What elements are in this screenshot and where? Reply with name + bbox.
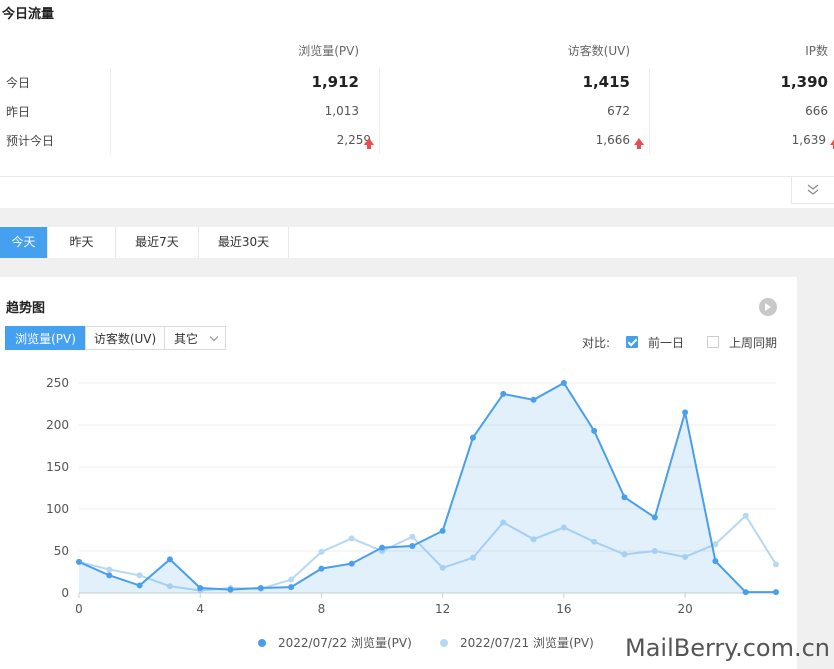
series-yesterday-point <box>136 572 143 579</box>
legend-marker <box>258 639 266 647</box>
x-tick-label: 4 <box>196 602 204 616</box>
x-tick-label: 0 <box>75 602 83 616</box>
divider <box>110 68 111 154</box>
series-today-point <box>439 527 446 534</box>
tab-yesterday[interactable]: 昨天 <box>48 227 116 258</box>
series-yesterday-point <box>318 548 325 555</box>
series-today-point <box>318 565 325 572</box>
watermark: MailBerry.com.cn <box>625 634 830 662</box>
series-today-point <box>76 558 82 565</box>
series-today-point <box>348 560 355 567</box>
traffic-title: 今日流量 <box>2 7 55 22</box>
tab-last-30-days[interactable]: 最近30天 <box>199 227 289 258</box>
series-today-point <box>257 584 264 591</box>
double-chevron-down-icon <box>807 184 819 195</box>
series-today-point <box>136 582 143 589</box>
series-today-point <box>227 586 234 593</box>
legend-label: 2022/07/22 浏览量(PV) <box>278 635 412 650</box>
series-today-point <box>560 380 567 386</box>
series-today-point <box>712 558 719 565</box>
expand-bar <box>0 176 834 208</box>
y-tick-label: 100 <box>46 502 69 516</box>
series-today-area <box>79 383 776 593</box>
y-tick-label: 200 <box>46 418 69 432</box>
y-tick-label: 250 <box>46 376 69 390</box>
series-yesterday-point <box>742 512 749 519</box>
series-today-point <box>409 542 416 549</box>
column-header-ip: IP数 <box>805 44 828 58</box>
series-today-point <box>682 409 689 416</box>
trend-panel: 趋势图 浏览量(PV) 访客数(UV) 其它 对比: 前一日 上周同期 0 50 1… <box>0 277 797 669</box>
series-yesterday-point <box>773 561 779 568</box>
series-yesterday-point <box>409 533 416 540</box>
yesterday-uv: 672 <box>607 104 630 118</box>
y-tick-label: 0 <box>61 586 69 600</box>
series-today-point <box>530 396 537 403</box>
traffic-panel: 今日流量 浏览量(PV) 访客数(UV) IP数 今日 1,912 1,415 … <box>0 0 834 208</box>
up-arrow-icon <box>364 138 374 149</box>
x-tick-label: 8 <box>318 602 326 616</box>
expand-button[interactable] <box>791 177 834 204</box>
date-range-tabs: 今天 昨天 最近7天 最近30天 <box>0 227 834 258</box>
today-pv: 1,912 <box>311 73 359 91</box>
up-arrow-icon <box>634 138 644 149</box>
series-today-point <box>166 556 173 563</box>
y-tick-label: 50 <box>54 544 69 558</box>
divider <box>649 68 650 154</box>
series-yesterday-point <box>348 535 355 542</box>
x-tick-label: 12 <box>435 602 450 616</box>
row-label-today: 今日 <box>6 76 31 90</box>
series-today-point <box>500 390 507 397</box>
series-today-point <box>469 434 476 441</box>
x-tick-label: 16 <box>556 602 571 616</box>
y-tick-label: 150 <box>46 460 69 474</box>
divider <box>379 68 380 154</box>
series-today-point <box>106 572 113 579</box>
column-header-uv: 访客数(UV) <box>567 44 630 58</box>
up-arrow-icon <box>830 138 834 149</box>
series-today-point <box>773 589 779 596</box>
today-uv: 1,415 <box>582 73 630 91</box>
column-header-pv: 浏览量(PV) <box>298 44 359 58</box>
tab-today[interactable]: 今天 <box>0 227 48 258</box>
series-today-point <box>621 494 628 501</box>
series-today-point <box>651 514 658 521</box>
forecast-uv: 1,666 <box>595 133 630 147</box>
row-label-yesterday: 昨日 <box>6 105 31 119</box>
series-today-point <box>742 589 749 596</box>
legend-marker <box>440 639 448 647</box>
series-yesterday-point <box>288 576 295 583</box>
series-today-point <box>591 427 598 434</box>
tab-last-7-days[interactable]: 最近7天 <box>116 227 199 258</box>
trend-chart: 0 50 100 150 200 250 0 4 8 12 16 20 2022/07/22 浏览量(P… <box>46 376 779 650</box>
series-today-point <box>379 544 386 551</box>
yesterday-ip: 666 <box>805 104 828 118</box>
yesterday-pv: 1,013 <box>324 104 359 118</box>
series-yesterday-point <box>106 566 113 573</box>
series-today-point <box>288 584 295 591</box>
x-tick-label: 20 <box>677 602 692 616</box>
today-ip: 1,390 <box>780 73 828 91</box>
row-label-forecast: 预计今日 <box>6 134 55 148</box>
legend-label: 2022/07/21 浏览量(PV) <box>460 635 594 650</box>
series-today-point <box>197 584 204 591</box>
forecast-ip: 1,639 <box>791 133 826 147</box>
